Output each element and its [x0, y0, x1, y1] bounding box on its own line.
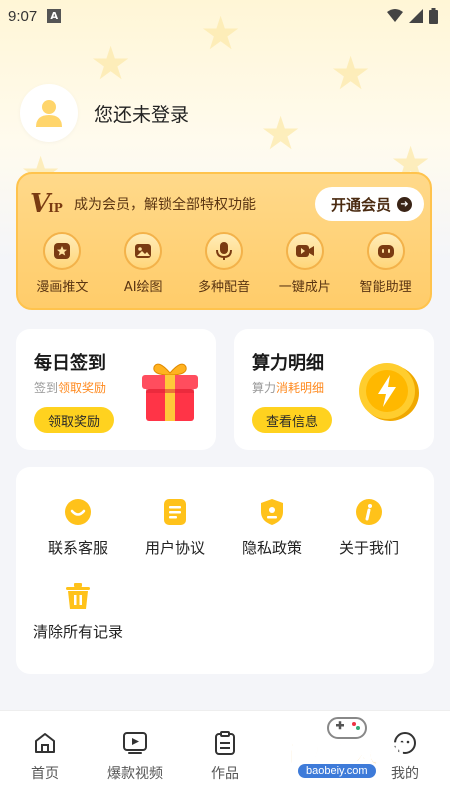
nav-works[interactable]: 作品 [180, 731, 270, 783]
status-time: 9:07 [8, 7, 38, 25]
microphone-icon [204, 232, 243, 270]
view-info-button[interactable]: 查看信息 [252, 407, 333, 433]
vip-feature-one-click-video[interactable]: 一键成片 [267, 232, 343, 295]
wifi-icon [387, 9, 403, 22]
video-icon [285, 232, 324, 270]
vip-description: 成为会员，解锁全部特权功能 [74, 197, 256, 213]
checkin-title: 每日签到 [34, 353, 106, 374]
star-frame-icon [43, 232, 82, 270]
robot-icon [366, 232, 405, 270]
open-membership-button[interactable]: 开通会员 ➜ [314, 187, 424, 221]
vip-feature-voice[interactable]: 多种配音 [186, 232, 262, 295]
document-icon [160, 497, 190, 527]
vip-feature-ai-drawing[interactable]: AI绘图 [105, 232, 181, 295]
clipboard-icon [215, 731, 235, 755]
menu-privacy-policy[interactable]: 隐私政策 [224, 497, 320, 558]
compute-title: 算力明细 [252, 353, 324, 374]
customer-service-icon [63, 497, 93, 527]
battery-icon [429, 8, 438, 24]
vip-card: VIP 成为会员，解锁全部特权功能 开通会员 ➜ 漫画推文 AI绘图 多种配音 [16, 172, 432, 310]
info-icon [354, 497, 384, 527]
avatar[interactable] [20, 84, 78, 142]
image-icon [124, 232, 163, 270]
settings-menu-card: 联系客服 用户协议 隐私政策 关于我们 清除所有记录 [16, 467, 434, 674]
vip-feature-assistant[interactable]: 智能助理 [348, 232, 424, 295]
compute-detail-card[interactable]: 算力明细 算力消耗明细 查看信息 [234, 329, 434, 450]
lightning-coin-icon [359, 363, 419, 421]
menu-contact-service[interactable]: 联系客服 [30, 497, 126, 558]
vip-logo: VIP [30, 189, 63, 219]
home-icon [35, 733, 55, 753]
status-bar: 9:07 A [0, 0, 450, 32]
arrow-right-icon: ➜ [397, 196, 412, 212]
menu-clear-records[interactable]: 清除所有记录 [30, 581, 126, 642]
profile-header[interactable]: 您还未登录 [20, 84, 189, 142]
login-prompt[interactable]: 您还未登录 [94, 100, 189, 127]
menu-user-agreement[interactable]: 用户协议 [127, 497, 223, 558]
nav-hot-videos[interactable]: 爆款视频 [90, 731, 180, 783]
checkin-subtitle: 签到领取奖励 [34, 381, 107, 395]
daily-checkin-card[interactable]: 每日签到 签到领取奖励 领取奖励 [16, 329, 216, 450]
menu-about-us[interactable]: 关于我们 [321, 497, 417, 558]
vip-feature-comic[interactable]: 漫画推文 [24, 232, 100, 295]
trash-icon [63, 581, 93, 611]
watermark: 宝贝游戏网 baobeiy.com [272, 712, 432, 794]
shield-icon [257, 497, 287, 527]
play-icon [123, 732, 147, 754]
compute-subtitle: 算力消耗明细 [252, 381, 325, 395]
claim-reward-button[interactable]: 领取奖励 [34, 407, 115, 433]
gift-box-icon [142, 363, 198, 421]
notification-icon: A [47, 9, 62, 23]
nav-home[interactable]: 首页 [0, 731, 90, 783]
user-avatar-icon [36, 100, 62, 127]
signal-icon [409, 9, 423, 23]
